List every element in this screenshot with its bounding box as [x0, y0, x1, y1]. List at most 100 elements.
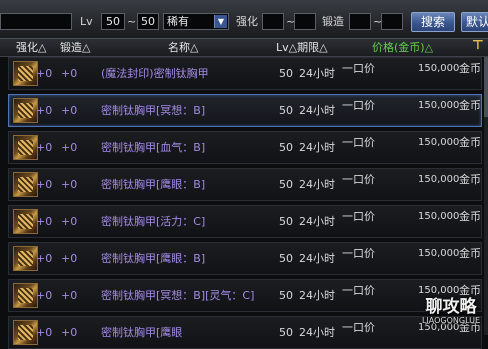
- item-price: 150,000: [418, 285, 460, 296]
- item-level: 50: [279, 326, 293, 339]
- column-header: 强化△ 锻造△ 名称△ Lv△期限△ 价格(金币)△ ⊤: [0, 38, 488, 57]
- table-row[interactable]: +0 +0 密制钛胸甲[鹰眼 50 24小时 一口价 150,000 金币: [8, 316, 482, 349]
- strengthen-value: +0: [36, 104, 53, 117]
- table-row[interactable]: +0 +0 密制钛胸甲[冥想：B][灵气：C] 50 24小时 一口价 150,000 金币: [8, 279, 482, 312]
- forge-value: +0: [61, 289, 78, 302]
- currency-label: 金币: [459, 62, 481, 75]
- forge-value: +0: [61, 104, 78, 117]
- rarity-select[interactable]: 稀有 ▼: [163, 13, 229, 30]
- forge-value: +0: [61, 326, 78, 339]
- strengthen-value: +0: [36, 252, 53, 265]
- auction-item-list: +0 +0 (魔法封印)密制钛胸甲 50 24小时 一口价 150,000 金币 +0 +0 密制钛…: [0, 57, 484, 349]
- forge-label: 锻造: [322, 15, 344, 28]
- item-level: 50: [279, 178, 293, 191]
- item-level: 50: [279, 289, 293, 302]
- strengthen-value: +0: [36, 289, 53, 302]
- currency-label: 金币: [459, 247, 481, 260]
- watermark-subtext: LIAOGONGLUE: [421, 316, 481, 325]
- buyout-label: 一口价: [342, 247, 375, 260]
- sort-forge[interactable]: 锻造△: [60, 40, 90, 55]
- item-duration: 24小时: [299, 289, 335, 302]
- sort-price[interactable]: 价格(金币)△: [372, 40, 433, 55]
- filter-bar: Lv 50 ~ 50 稀有 ▼ 强化 ~ 锻造 ~ 搜索 默认: [0, 0, 488, 39]
- forge-value: +0: [61, 252, 78, 265]
- item-level: 50: [279, 141, 293, 154]
- forge-value: +0: [61, 67, 78, 80]
- lv-max-input[interactable]: 50: [137, 13, 159, 30]
- buyout-label: 一口价: [342, 210, 375, 223]
- item-name: 密制钛胸甲[鹰眼: [101, 326, 183, 339]
- item-price: 150,000: [418, 211, 460, 222]
- lv-min-input[interactable]: 50: [101, 13, 125, 30]
- strengthen-value: +0: [36, 178, 53, 191]
- table-row[interactable]: +0 +0 密制钛胸甲[血气：B] 50 24小时 一口价 150,000 金币: [8, 131, 482, 164]
- lv-range-tilde: ~: [127, 15, 137, 28]
- item-duration: 24小时: [299, 67, 335, 80]
- item-search-input[interactable]: [0, 13, 72, 30]
- table-row[interactable]: +0 +0 密制钛胸甲[鹰眼：B] 50 24小时 一口价 150,000 金币: [8, 242, 482, 275]
- sort-strengthen[interactable]: 强化△: [16, 40, 46, 55]
- strengthen-value: +0: [36, 141, 53, 154]
- chevron-down-icon[interactable]: ▼: [214, 15, 227, 28]
- item-name: 密制钛胸甲[血气：B]: [101, 141, 206, 154]
- currency-label: 金币: [459, 173, 481, 186]
- item-name: 密制钛胸甲[鹰眼：B]: [101, 252, 206, 265]
- rarity-value: 稀有: [167, 15, 189, 28]
- item-price: 150,000: [418, 63, 460, 74]
- item-name: (魔法封印)密制钛胸甲: [101, 67, 209, 80]
- item-duration: 24小时: [299, 141, 335, 154]
- table-row[interactable]: +0 +0 密制钛胸甲[活力：C] 50 24小时 一口价 150,000 金币: [8, 205, 482, 238]
- buyout-label: 一口价: [342, 62, 375, 75]
- strengthen-value: +0: [36, 326, 53, 339]
- buyout-label: 一口价: [342, 284, 375, 297]
- item-price: 150,000: [418, 137, 460, 148]
- buyout-label: 一口价: [342, 99, 375, 112]
- buyout-label: 一口价: [342, 136, 375, 149]
- item-price: 150,000: [418, 174, 460, 185]
- item-duration: 24小时: [299, 178, 335, 191]
- chestplate-icon: [13, 320, 38, 345]
- chestplate-icon: [13, 135, 38, 160]
- table-row[interactable]: +0 +0 (魔法封印)密制钛胸甲 50 24小时 一口价 150,000 金币: [8, 57, 482, 90]
- chestplate-icon: [13, 61, 38, 86]
- sort-lv-duration[interactable]: Lv△期限△: [276, 40, 328, 55]
- item-duration: 24小时: [299, 104, 335, 117]
- item-name: 密制钛胸甲[鹰眼：B]: [101, 178, 206, 191]
- forge-value: +0: [61, 141, 78, 154]
- strengthen-value: +0: [36, 215, 53, 228]
- forge-value: +0: [61, 215, 78, 228]
- forge-value: +0: [61, 178, 78, 191]
- chestplate-icon: [13, 98, 38, 123]
- currency-label: 金币: [459, 99, 481, 112]
- table-row[interactable]: +0 +0 密制钛胸甲[鹰眼：B] 50 24小时 一口价 150,000 金币: [8, 168, 482, 201]
- watermark-logo: 聊攻略 LIAOGONGLUE: [416, 298, 486, 334]
- item-duration: 24小时: [299, 215, 335, 228]
- buyout-label: 一口价: [342, 321, 375, 334]
- currency-label: 金币: [459, 284, 481, 297]
- pin-sort-icon[interactable]: ⊤: [472, 38, 484, 53]
- item-level: 50: [279, 215, 293, 228]
- chestplate-icon: [13, 283, 38, 308]
- currency-label: 金币: [459, 136, 481, 149]
- scrollbar[interactable]: [484, 57, 488, 335]
- strengthen-value: +0: [36, 67, 53, 80]
- search-button[interactable]: 搜索: [411, 12, 455, 32]
- strengthen-min-input[interactable]: [262, 13, 284, 30]
- item-price: 150,000: [418, 100, 460, 111]
- sort-name[interactable]: 名称△: [168, 40, 198, 55]
- scrollbar-thumb[interactable]: [484, 57, 488, 117]
- strengthen-max-input[interactable]: [294, 13, 316, 30]
- item-duration: 24小时: [299, 326, 335, 339]
- strengthen-label: 强化: [236, 15, 258, 28]
- forge-max-input[interactable]: [381, 13, 403, 30]
- chestplate-icon: [13, 209, 38, 234]
- item-price: 150,000: [418, 248, 460, 259]
- table-row[interactable]: +0 +0 密制钛胸甲[冥想：B] 50 24小时 一口价 150,000 金币: [8, 94, 482, 127]
- default-button[interactable]: 默认: [461, 12, 488, 32]
- currency-label: 金币: [459, 210, 481, 223]
- watermark-text: 聊攻略: [425, 297, 477, 317]
- chestplate-icon: [13, 172, 38, 197]
- item-name: 密制钛胸甲[活力：C]: [101, 215, 206, 228]
- forge-min-input[interactable]: [349, 13, 371, 30]
- item-level: 50: [279, 252, 293, 265]
